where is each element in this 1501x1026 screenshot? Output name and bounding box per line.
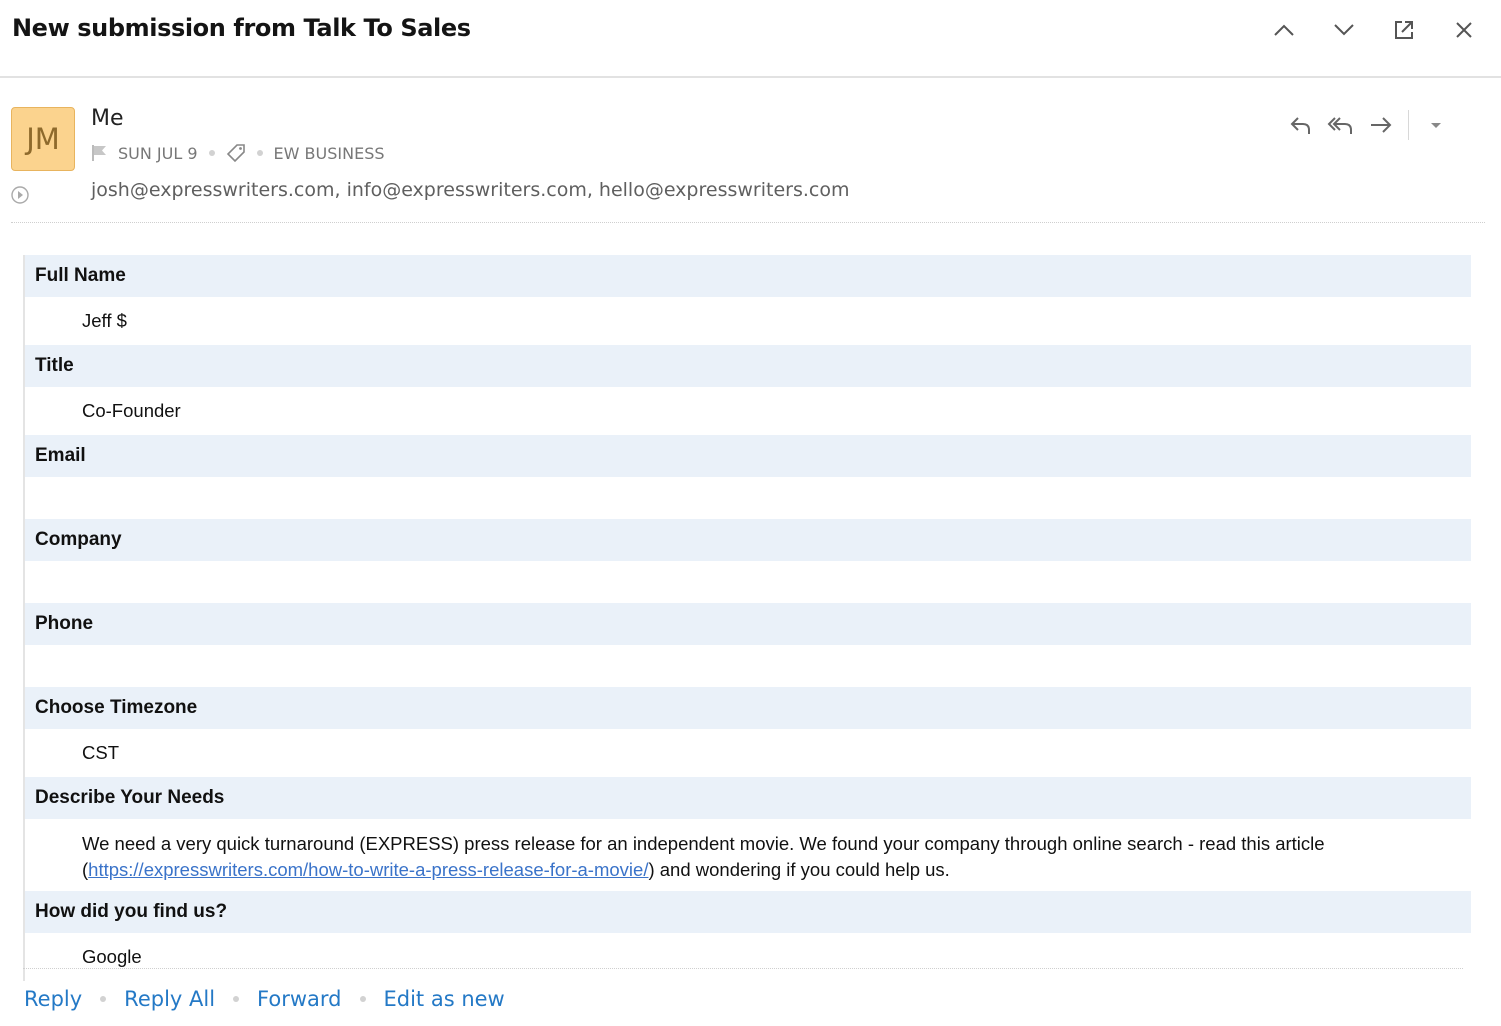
field-label-phone: Phone xyxy=(25,603,1471,645)
field-label-company: Company xyxy=(25,519,1471,561)
reply-all-icon[interactable] xyxy=(1326,112,1356,138)
field-value-source: Google xyxy=(25,933,1471,981)
sender-name[interactable]: Me xyxy=(91,106,124,131)
reply-all-link[interactable]: Reply All xyxy=(124,987,215,1011)
message-date: SUN JUL 9 xyxy=(118,143,198,163)
field-value-timezone: CST xyxy=(25,729,1471,777)
avatar[interactable]: JM xyxy=(11,107,75,171)
field-value-phone xyxy=(25,645,1471,687)
chevron-up-icon[interactable] xyxy=(1265,16,1303,44)
form-submission-table: Full Name Jeff $ Title Co-Founder Email … xyxy=(23,255,1471,981)
close-icon[interactable] xyxy=(1445,16,1483,44)
reply-icon[interactable] xyxy=(1286,112,1316,138)
message-actions xyxy=(1286,110,1451,140)
needs-text-after: ) and wondering if you could help us. xyxy=(648,859,950,880)
forward-link[interactable]: Forward xyxy=(257,987,341,1011)
field-value-email xyxy=(25,477,1471,519)
message-header-bar: New submission from Talk To Sales xyxy=(0,0,1501,78)
separator-dot xyxy=(233,996,240,1002)
header-divider xyxy=(11,222,1485,223)
recipients: josh@expresswriters.com, info@expresswri… xyxy=(91,179,850,201)
reply-link[interactable]: Reply xyxy=(24,987,82,1011)
edit-as-new-link[interactable]: Edit as new xyxy=(384,987,505,1011)
field-value-title: Co-Founder xyxy=(25,387,1471,435)
pop-out-icon[interactable] xyxy=(1385,16,1423,44)
message-meta: SUN JUL 9 EW BUSINESS xyxy=(91,143,385,163)
separator-dot xyxy=(100,996,107,1002)
field-label-timezone: Choose Timezone xyxy=(25,687,1471,729)
chevron-down-icon[interactable] xyxy=(1325,16,1363,44)
separator-dot xyxy=(359,996,366,1002)
message-subject: New submission from Talk To Sales xyxy=(12,14,471,42)
more-dropdown-icon[interactable] xyxy=(1421,112,1451,138)
field-label-source: How did you find us? xyxy=(25,891,1471,933)
folder-label[interactable]: EW BUSINESS xyxy=(274,144,385,163)
separator-dot xyxy=(256,150,263,156)
field-label-email: Email xyxy=(25,435,1471,477)
field-value-full-name: Jeff $ xyxy=(25,297,1471,345)
article-link[interactable]: https://expresswriters.com/how-to-write-… xyxy=(88,859,648,880)
expand-details-icon[interactable] xyxy=(11,186,29,204)
forward-icon[interactable] xyxy=(1366,112,1396,138)
flag-icon[interactable] xyxy=(91,144,109,162)
field-value-company xyxy=(25,561,1471,603)
tag-icon[interactable] xyxy=(226,143,246,163)
field-label-needs: Describe Your Needs xyxy=(25,777,1471,819)
reply-footer: Reply Reply All Forward Edit as new xyxy=(24,987,505,1011)
message-navigation xyxy=(1265,16,1483,44)
separator-dot xyxy=(208,150,215,156)
footer-divider xyxy=(23,968,1463,969)
actions-separator xyxy=(1408,110,1409,140)
field-value-needs: We need a very quick turnaround (EXPRESS… xyxy=(25,819,1471,891)
field-label-title: Title xyxy=(25,345,1471,387)
field-label-full-name: Full Name xyxy=(25,255,1471,297)
